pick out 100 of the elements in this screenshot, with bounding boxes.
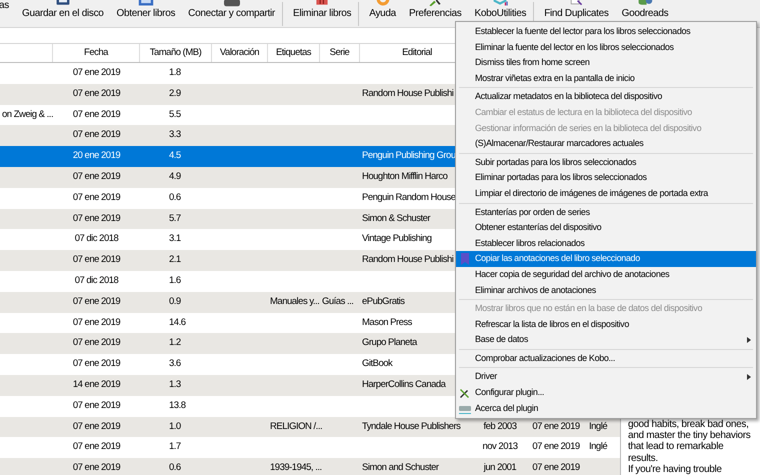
table-cell: HarperCollins Canada (362, 378, 446, 390)
table-cell: 07 ene 2019 (72, 316, 120, 328)
table-cell: 07 ene 2019 (532, 441, 580, 452)
table-cell: 07 dic 2018 (74, 233, 118, 244)
table-cell: 1.6 (169, 274, 181, 286)
toolbar-button[interactable]: Conectar y compartir (183, 0, 280, 27)
device-icon (224, 0, 240, 7)
table-row[interactable]: 07 ene 2019 1.7 nov 2013 07 ene 2019 Inglé (0, 437, 620, 458)
table-cell: 07 ene 2019 (72, 108, 120, 120)
menu-item[interactable]: Limpiar el directorio de imágenes de imágenes de portada extra (456, 186, 756, 202)
table-cell: Manuales y... (270, 296, 320, 307)
table-cell: jun 2001 (484, 462, 516, 474)
table-cell: 2.1 (169, 254, 181, 266)
menu-item[interactable]: Comprobar actualizaciones de Kobo... (456, 350, 756, 366)
table-cell: 0.6 (169, 462, 181, 474)
table-cell: Vintage Publishing (362, 233, 432, 244)
tools-icon (459, 387, 471, 400)
table-cell: Random House Publishi (362, 88, 454, 99)
table-cell: 0.9 (169, 296, 181, 307)
table-row[interactable]: 07 ene 2019 0.6 1939-1945, ... Simon and Schuster jun 2001 07 ene 2019 (0, 458, 620, 475)
toolbar-button[interactable]: Find Duplicates (539, 0, 614, 27)
table-cell: 0.6 (169, 192, 181, 203)
table-cell: 07 ene 2019 (72, 88, 120, 99)
table-cell: Inglé (589, 441, 608, 452)
tools-icon (427, 0, 444, 7)
description-text: results. (628, 452, 659, 464)
table-cell: 07 ene 2019 (72, 296, 120, 307)
table-cell: 07 ene 2019 (72, 400, 120, 411)
table-cell: 1.7 (169, 441, 181, 452)
bookmark-icon (459, 253, 471, 266)
table-cell: 14 ene 2019 (72, 378, 120, 390)
table-cell: 07 ene 2019 (72, 67, 120, 78)
table-cell: 13.8 (169, 400, 186, 411)
table-cell: 1.2 (169, 337, 181, 348)
table-cell: Inglé (589, 420, 608, 432)
column-header[interactable]: Valoración (212, 44, 268, 62)
column-header[interactable]: Etiquetas (268, 44, 320, 62)
table-cell: nov 2013 (482, 441, 518, 452)
table-cell: 2.9 (169, 88, 181, 99)
table-cell: 5.7 (169, 212, 181, 224)
menu-item[interactable]: Establecer libros relacionados (456, 236, 756, 252)
table-cell: Penguin Random House (362, 192, 456, 203)
table-cell: 07 ene 2019 (72, 129, 120, 140)
table-cell: Houghton Mifflin Harco (362, 170, 448, 182)
table-cell: 3.6 (169, 358, 181, 370)
table-cell: 07 ene 2019 (72, 420, 120, 432)
table-cell: 1.8 (169, 67, 181, 78)
column-header[interactable]: Tamaño (MB) (140, 44, 212, 62)
toolbar-button[interactable]: Goodreads (616, 0, 674, 27)
table-cell: Simon & Schuster (362, 212, 430, 224)
table-cell: 07 dic 2018 (74, 274, 118, 286)
table-cell: 07 ene 2019 (72, 337, 120, 348)
description-text: good habits, break bad ones, (628, 419, 750, 430)
toolbar-button[interactable]: Preferencias (404, 0, 466, 27)
table-cell: 07 ene 2019 (72, 441, 120, 452)
table-cell: 4.5 (169, 150, 181, 162)
description-text: If you're having trouble (628, 464, 723, 475)
column-header[interactable]: Serie (320, 44, 360, 62)
table-cell: 1.0 (169, 420, 181, 432)
menu-item[interactable]: Acerca del plugin (456, 400, 756, 416)
toolbar-button[interactable]: Guardar en el disco (16, 0, 109, 27)
menu-item[interactable]: Mostrar viñetas extra en la pantalla de inicio (456, 70, 756, 86)
table-cell: Simon and Schuster (362, 462, 439, 474)
table-cell: 07 ene 2019 (72, 170, 120, 182)
table-cell: 1.3 (169, 378, 181, 390)
toolbar-button[interactable]: Ayuda (364, 0, 401, 27)
table-cell: 07 ene 2019 (532, 420, 580, 432)
table-cell: Mason Press (362, 316, 412, 328)
lifebuoy-icon (374, 0, 391, 7)
table-row[interactable]: 07 ene 2019 1.0 RELIGION /... Tyndale House Publishers feb 2003 07 ene 2019 Inglé (0, 416, 620, 438)
table-cell: Guías ... (322, 296, 354, 307)
menu-item[interactable]: Copiar las anotaciones del libro seleccionado (456, 251, 756, 267)
menu-item[interactable]: Refrescar la lista de libros en el dispositivo (456, 316, 756, 332)
description-text: that lead to remarkable (628, 441, 724, 453)
toolbar-button[interactable]: KoboUtilities (470, 0, 532, 27)
table-cell: ePubGratis (362, 296, 405, 307)
table-cell: 3.3 (169, 129, 181, 140)
table-cell: 1939-1945, ... (270, 462, 322, 474)
table-cell: on Zweig & ... (2, 108, 54, 120)
table-cell: RELIGION /... (270, 420, 322, 432)
table-cell: 07 ene 2019 (72, 192, 120, 203)
table-cell: 07 ene 2019 (72, 212, 120, 224)
table-cell: 4.9 (169, 170, 181, 182)
description-text: and master the tiny behaviors (628, 430, 752, 442)
table-cell: feb 2003 (484, 420, 516, 432)
table-cell: 07 ene 2019 (72, 358, 120, 370)
table-cell: 07 ene 2019 (532, 462, 580, 474)
table-cell: GitBook (362, 358, 392, 370)
menu-item[interactable]: Establecer la fuente del lector para los libros seleccionados (456, 24, 756, 40)
table-cell: 5.5 (169, 108, 181, 120)
table-cell: Random House Publishi (362, 254, 454, 266)
toolbar-button[interactable]: Obtener libros (112, 0, 180, 27)
table-cell: 3.1 (169, 233, 181, 244)
table-cell: Grupo Planeta (362, 337, 417, 348)
table-cell: 14.6 (169, 316, 186, 328)
column-header[interactable]: Fecha (53, 44, 140, 62)
table-cell: Tyndale House Publishers (362, 420, 460, 432)
toolbar-button[interactable]: Eliminar libros (288, 0, 356, 27)
table-cell: 07 ene 2019 (72, 462, 120, 474)
table-cell: 20 ene 2019 (72, 150, 120, 162)
